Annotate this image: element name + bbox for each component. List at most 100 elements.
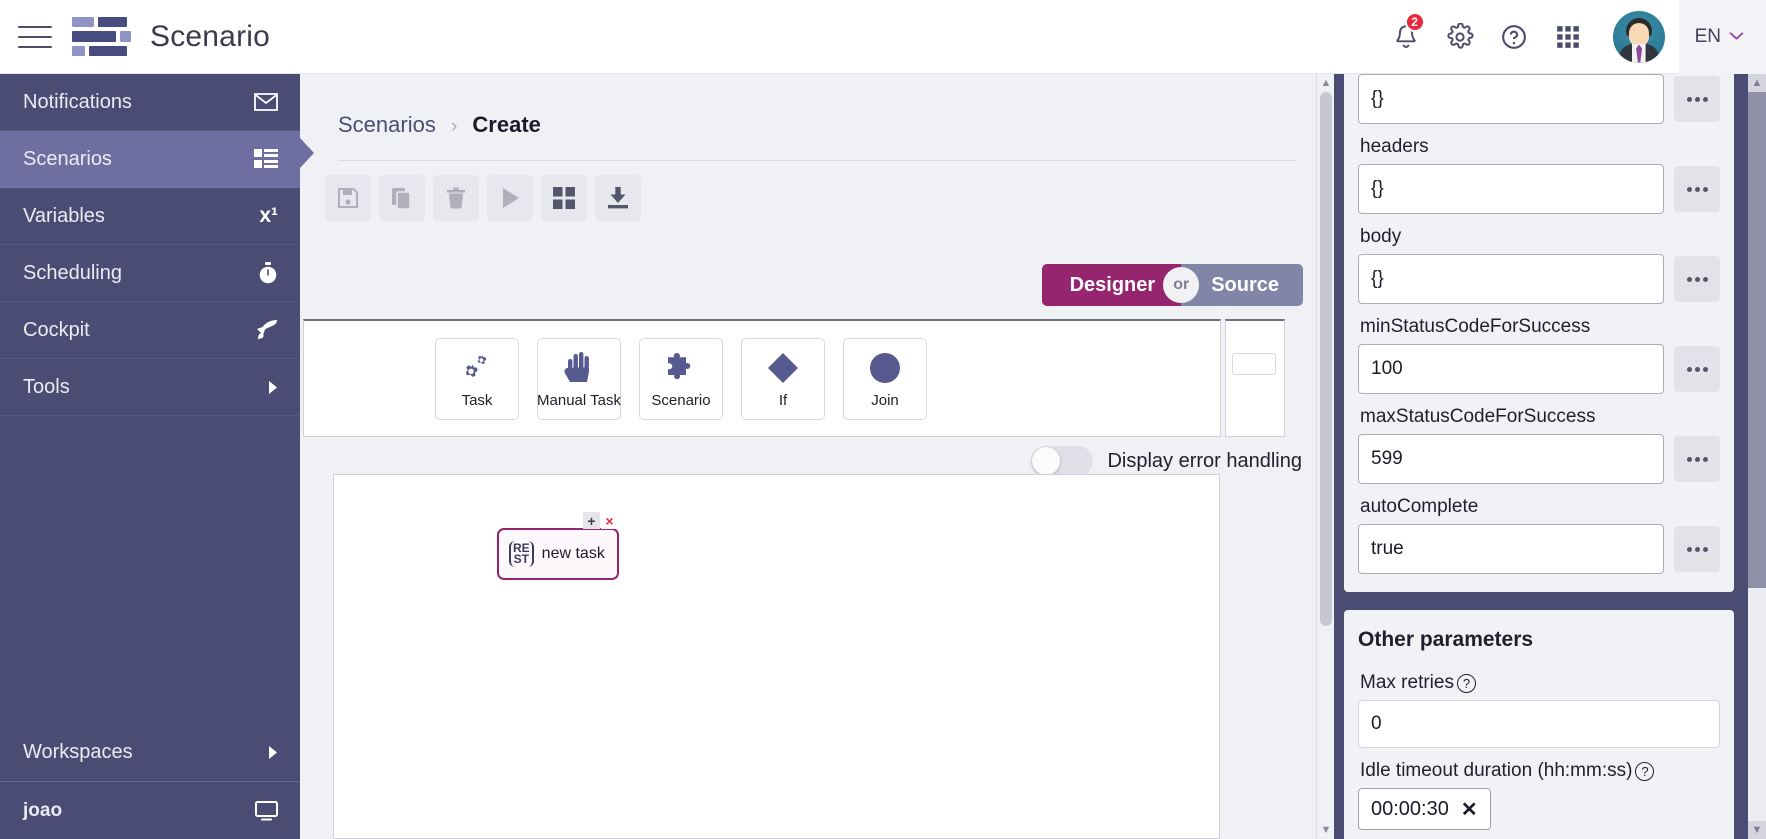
canvas-node-label: new task (541, 545, 605, 562)
other-parameters-card: Other parameters Max retries ? Idle time… (1344, 610, 1734, 839)
designer-source-toggle[interactable]: Designer or Source (1041, 264, 1303, 306)
help-question-icon[interactable] (1487, 0, 1541, 74)
parameter-label-max-status: maxStatusCodeForSuccess (1360, 406, 1596, 427)
breadcrumb-scenarios-link[interactable]: Scenarios (338, 112, 436, 137)
download-button[interactable] (595, 175, 641, 221)
idle-timeout-value: 00:00:30 (1371, 797, 1449, 820)
sidebar-item-scenarios[interactable]: Scenarios (0, 131, 300, 188)
sidebar-item-cockpit[interactable]: Cockpit (0, 302, 300, 359)
notifications-bell-icon[interactable]: 2 (1379, 0, 1433, 74)
parameter-label-min-status: minStatusCodeForSuccess (1360, 316, 1591, 337)
sidebar-item-label: Scenarios (23, 147, 112, 170)
run-button[interactable] (487, 175, 533, 221)
canvas-node-new-task[interactable]: RE ST new task + × (497, 512, 619, 580)
stopwatch-icon (250, 261, 278, 285)
sidebar-bottom: Workspaces joao (0, 724, 300, 839)
palette-overflow-placeholder (1232, 353, 1276, 375)
parameter-more-button[interactable] (1674, 346, 1720, 392)
body-input[interactable] (1358, 254, 1664, 304)
palette-item-manual-task[interactable]: Manual Task (537, 337, 621, 420)
sidebar-item-label: Cockpit (23, 318, 90, 341)
sidebar-item-workspaces[interactable]: Workspaces (0, 724, 300, 781)
display-error-handling-toggle[interactable] (1031, 446, 1094, 476)
delete-button[interactable] (433, 175, 479, 221)
autocomplete-input[interactable] (1358, 524, 1664, 574)
apps-grid-icon[interactable] (1541, 0, 1595, 74)
save-button[interactable] (325, 175, 371, 221)
download-icon (608, 187, 628, 209)
parameter-row (1358, 524, 1720, 574)
parameter-label-body: body (1360, 226, 1402, 247)
properties-vertical-scrollbar[interactable]: ▲ ▼ (1748, 74, 1766, 839)
help-icon[interactable]: ? (1635, 761, 1655, 781)
parameter-more-button[interactable] (1674, 256, 1720, 302)
app-title: Scenario (150, 19, 271, 53)
max-status-code-input[interactable] (1358, 434, 1664, 484)
parameter-more-button[interactable] (1674, 76, 1720, 122)
scenario-logo-icon (72, 15, 131, 59)
other-parameters-title: Other parameters (1358, 628, 1534, 651)
palette-item-task[interactable]: Task (435, 337, 519, 420)
diamond-icon (766, 348, 800, 388)
tab-designer[interactable]: Designer (1041, 264, 1182, 306)
sidebar-item-notifications[interactable]: Notifications (0, 74, 300, 131)
sidebar-item-variables[interactable]: Variables x¹ (0, 188, 300, 245)
parameter-row (1358, 254, 1720, 304)
help-icon[interactable]: ? (1456, 673, 1476, 693)
scrollbar-thumb[interactable] (1748, 92, 1766, 588)
max-retries-input[interactable] (1358, 700, 1720, 748)
floppy-disk-icon (338, 188, 358, 208)
node-palette: Task Manual Task Scenario If Join (303, 319, 1221, 437)
sidebar-item-label: Variables (23, 204, 105, 227)
tab-source[interactable]: Source (1181, 264, 1303, 306)
sidebar-item-scheduling[interactable]: Scheduling (0, 245, 300, 302)
chevron-right-icon (250, 746, 278, 759)
scrollbar-thumb[interactable] (1320, 92, 1332, 626)
monitor-icon (250, 800, 278, 821)
idle-timeout-chip[interactable]: 00:00:30 ✕ (1358, 788, 1491, 830)
scroll-down-arrow[interactable]: ▼ (1317, 821, 1334, 839)
node-delete-button[interactable]: × (601, 512, 618, 529)
sidebar-item-user[interactable]: joao (0, 782, 300, 839)
rest-parameters-card: headers body minStatusCodeForSuccess (1344, 74, 1734, 592)
user-avatar[interactable] (1612, 10, 1665, 63)
sidebar-item-label: Workspaces (23, 741, 133, 763)
top-header-bar: Scenario 2 EN (0, 0, 1766, 74)
clear-icon[interactable]: ✕ (1461, 797, 1478, 822)
puzzle-piece-icon (665, 348, 697, 388)
left-sidebar: Notifications Scenarios Variables x¹ Sch… (0, 74, 300, 839)
parameter-input[interactable] (1358, 74, 1664, 124)
grid-button[interactable] (541, 175, 587, 221)
scroll-down-arrow[interactable]: ▼ (1748, 821, 1766, 839)
main-vertical-scrollbar[interactable]: ▲ ▼ (1316, 74, 1334, 839)
parameter-more-button[interactable] (1674, 526, 1720, 572)
settings-gear-icon[interactable] (1433, 0, 1487, 74)
sidebar-nav: Notifications Scenarios Variables x¹ Sch… (0, 74, 300, 416)
palette-item-if[interactable]: If (741, 337, 825, 420)
parameter-label-headers: headers (1360, 136, 1429, 157)
headers-input[interactable] (1358, 164, 1664, 214)
node-add-button[interactable]: + (583, 512, 600, 529)
min-status-code-input[interactable] (1358, 344, 1664, 394)
parameter-row (1358, 344, 1720, 394)
grid-icon (553, 187, 575, 209)
editor-toolbar (300, 161, 1334, 221)
palette-item-join[interactable]: Join (843, 337, 927, 420)
sidebar-item-tools[interactable]: Tools (0, 359, 300, 416)
scroll-up-arrow[interactable]: ▲ (1317, 74, 1334, 92)
idle-timeout-label-group: Idle timeout duration (hh:mm:ss) ? (1360, 760, 1655, 782)
chevron-right-icon (250, 380, 278, 394)
scroll-up-arrow[interactable]: ▲ (1748, 74, 1766, 92)
parameter-more-button[interactable] (1674, 436, 1720, 482)
palette-item-scenario[interactable]: Scenario (639, 337, 723, 420)
breadcrumb: Scenarios › Create (300, 74, 1334, 138)
rest-logo-bottom: ST (513, 552, 529, 566)
designer-canvas[interactable]: RE ST new task + × (333, 474, 1220, 839)
parameter-more-button[interactable] (1674, 166, 1720, 212)
language-selector[interactable]: EN (1678, 0, 1766, 74)
parameter-row (1358, 434, 1720, 484)
copy-button[interactable] (379, 175, 425, 221)
gears-icon (459, 348, 495, 388)
max-retries-label-group: Max retries ? (1360, 672, 1476, 694)
hamburger-menu-icon[interactable] (18, 25, 52, 48)
